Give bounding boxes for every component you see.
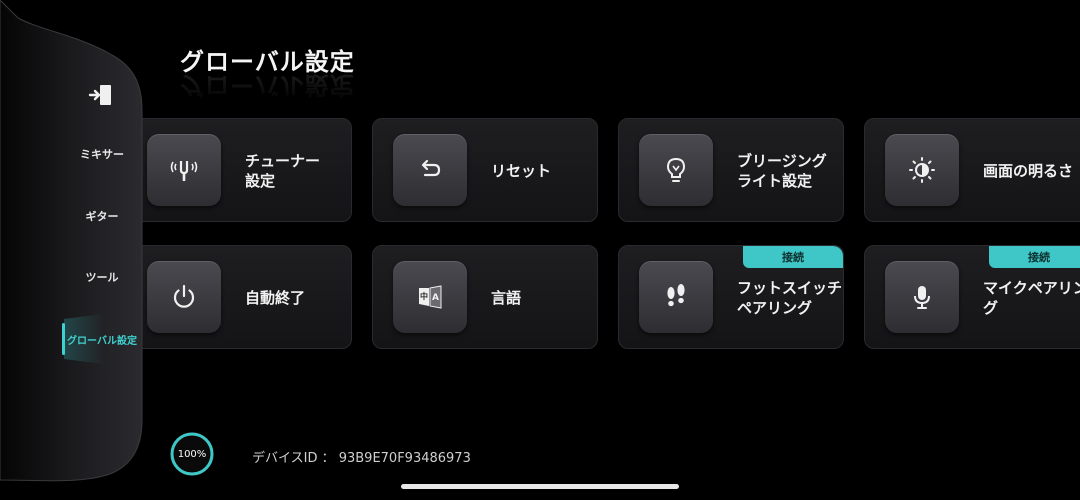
breathing-light-card[interactable]: ブリージング ライト設定 — [618, 118, 844, 222]
reset-card[interactable]: リセット — [372, 118, 598, 222]
exit-button[interactable] — [84, 78, 118, 112]
translate-icon: 中 A — [419, 285, 442, 309]
brightness-icon — [909, 157, 935, 183]
microphone-icon — [914, 286, 930, 309]
card-icon-box: 中 A — [393, 261, 467, 333]
language-card[interactable]: 中 A 言語 — [372, 245, 598, 349]
card-label: 画面の明るさ — [983, 162, 1074, 180]
tuner-settings-card[interactable]: チューナー 設定 — [126, 118, 352, 222]
svg-text:中: 中 — [420, 291, 428, 301]
card-icon-box — [147, 134, 221, 206]
card-icon-box — [885, 134, 959, 206]
page-title-reflection: グローバル設定 — [180, 71, 355, 99]
power-icon — [173, 284, 195, 308]
screen-brightness-card[interactable]: 画面の明るさ — [864, 118, 1080, 222]
svg-text:A: A — [432, 293, 439, 303]
auto-shutdown-card[interactable]: 自動終了 — [126, 245, 352, 349]
card-icon-box — [393, 134, 467, 206]
footswitch-pairing-card[interactable]: フットスイッチ ペアリング 接続 — [618, 245, 844, 349]
card-icon-box — [885, 261, 959, 333]
battery-level: 100% — [177, 448, 207, 460]
card-label: ブリージング ライト設定 — [737, 152, 827, 190]
sidebar-item-guitar[interactable]: ギター — [60, 208, 144, 224]
device-id: デバイスID ： 93B9E70F93486973 — [252, 451, 471, 466]
tuning-fork-icon — [170, 161, 198, 181]
card-label: チューナー 設定 — [245, 152, 321, 190]
card-label: リセット — [491, 162, 552, 180]
connected-badge: 接続 — [743, 246, 843, 268]
footprints-icon — [667, 284, 685, 307]
sidebar: ミキサー ギター ツール グローバル設定 — [0, 0, 148, 500]
light-bulb-icon — [666, 157, 686, 182]
sidebar-item-global-settings[interactable]: グローバル設定 — [62, 332, 142, 347]
exit-icon — [88, 85, 111, 105]
mic-pairing-card[interactable]: マイクペアリン グ 接続 — [864, 245, 1080, 349]
home-indicator[interactable] — [401, 484, 679, 489]
undo-icon — [421, 159, 441, 177]
sidebar-panel — [0, 0, 143, 482]
sidebar-item-tools[interactable]: ツール — [60, 269, 144, 285]
card-icon-box — [639, 134, 713, 206]
card-label: 言語 — [491, 289, 522, 307]
card-icon-box — [147, 261, 221, 333]
sidebar-item-mixer[interactable]: ミキサー — [60, 146, 144, 162]
card-icon-box — [639, 261, 713, 333]
connected-badge: 接続 — [989, 246, 1080, 268]
card-label: 自動終了 — [245, 289, 306, 307]
